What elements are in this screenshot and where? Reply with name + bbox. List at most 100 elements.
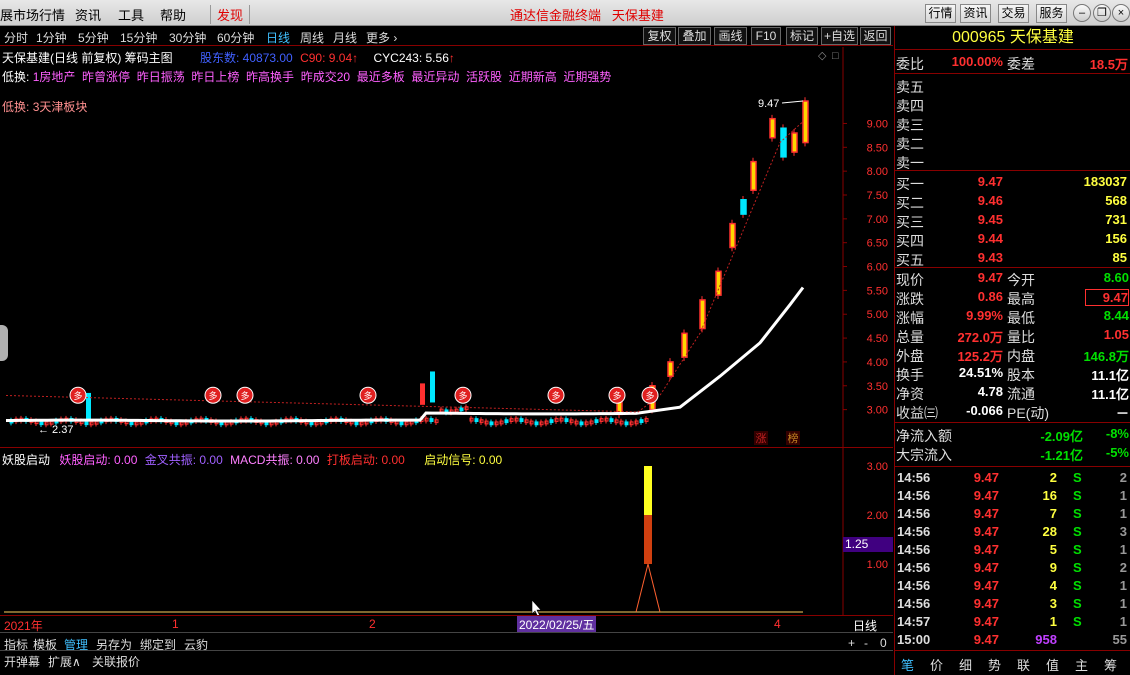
zoom-out-button[interactable]: - bbox=[864, 636, 868, 650]
related-quote-button[interactable]: 关联报价 bbox=[92, 653, 140, 670]
candle-body bbox=[715, 270, 722, 296]
period-1min[interactable]: 1分钟 bbox=[36, 29, 67, 46]
tick-time: 14:56 bbox=[897, 542, 931, 557]
right-tab[interactable]: 值 bbox=[1046, 655, 1059, 674]
quote-value: 8.44 bbox=[1103, 308, 1129, 323]
window-title: 通达信金融终端 天保基建 bbox=[510, 8, 664, 23]
close-icon[interactable]: × bbox=[1112, 4, 1130, 22]
tick-side: S bbox=[1073, 578, 1082, 593]
mark-button[interactable]: 标记 bbox=[786, 27, 818, 45]
period-weekly[interactable]: 周线 bbox=[300, 29, 324, 46]
period-5min[interactable]: 5分钟 bbox=[78, 29, 109, 46]
tick-volume: 16 bbox=[1042, 488, 1057, 503]
menu-discover[interactable]: 发现 bbox=[210, 5, 251, 24]
current-value-tag: 1.25 bbox=[843, 537, 893, 552]
bid-label: 买二 bbox=[896, 195, 924, 211]
overlay-button[interactable]: 叠加 bbox=[678, 27, 711, 45]
period-30min[interactable]: 30分钟 bbox=[169, 29, 206, 46]
bid-price: 9.47 bbox=[977, 174, 1003, 189]
ask-label: 卖四 bbox=[896, 98, 924, 114]
period-15min[interactable]: 15分钟 bbox=[120, 29, 157, 46]
close-small-icon: □ bbox=[832, 50, 839, 62]
period-daily[interactable]: 日线 bbox=[266, 29, 290, 46]
right-tab[interactable]: 主 bbox=[1075, 655, 1088, 674]
right-tab[interactable]: 细 bbox=[959, 655, 972, 674]
bid-row[interactable]: 买一 9.47 183037 bbox=[895, 173, 1130, 192]
add-favorite-button[interactable]: +自选 bbox=[821, 27, 858, 45]
price-axis-label: 7.50 bbox=[867, 190, 888, 202]
f10-button[interactable]: F10 bbox=[751, 27, 781, 45]
expand-button[interactable]: 扩展∧ bbox=[48, 653, 81, 670]
bid-row[interactable]: 买二 9.46 568 bbox=[895, 192, 1130, 211]
news-button[interactable]: 资讯 bbox=[960, 4, 991, 23]
candle-body bbox=[564, 418, 569, 423]
bid-price: 9.44 bbox=[977, 231, 1003, 246]
trade-button[interactable]: 交易 bbox=[998, 4, 1029, 23]
ask-row[interactable]: 卖四 bbox=[895, 95, 1130, 114]
right-tab[interactable]: 筹 bbox=[1104, 655, 1117, 674]
right-tab[interactable]: 价 bbox=[930, 655, 943, 674]
quote-label: 收益㈢ bbox=[896, 405, 938, 421]
period-bar: 分时 1分钟 5分钟 15分钟 30分钟 60分钟 日线 周线 月线 更多 › … bbox=[0, 26, 893, 46]
zoom-reset-button[interactable]: 0 bbox=[880, 636, 887, 650]
right-tab[interactable]: 联 bbox=[1017, 655, 1030, 674]
quote-value: -0.066 bbox=[966, 403, 1003, 418]
tick-volume: 2 bbox=[1049, 470, 1057, 485]
svg-text:多: 多 bbox=[458, 390, 467, 401]
bid-row[interactable]: 买三 9.45 731 bbox=[895, 211, 1130, 230]
tick-row: 15:00 9.47 958 55 bbox=[895, 631, 1130, 649]
service-button[interactable]: 服务 bbox=[1036, 4, 1067, 23]
ask-row[interactable]: 卖一 bbox=[895, 152, 1130, 171]
fuquan-button[interactable]: 复权 bbox=[643, 27, 676, 45]
back-button[interactable]: 返回 bbox=[860, 27, 891, 45]
right-tab[interactable]: 势 bbox=[988, 655, 1001, 674]
stock-code: 000965 bbox=[952, 29, 1006, 46]
quote-button[interactable]: 行情 bbox=[925, 4, 956, 23]
panel-collapse-handle[interactable] bbox=[0, 325, 8, 361]
menu-help[interactable]: 帮助 bbox=[160, 5, 186, 24]
period-fenshi[interactable]: 分时 bbox=[4, 29, 28, 46]
ask-row[interactable]: 卖五 bbox=[895, 76, 1130, 95]
menu-tools[interactable]: 工具 bbox=[118, 5, 144, 24]
quote-value: 146.8万 bbox=[1083, 349, 1129, 364]
main-chart[interactable]: 天保基建(日线 前复权) 筹码主图 股东数: 40873.00 C90: 9.0… bbox=[0, 47, 893, 447]
bid-row[interactable]: 买四 9.44 156 bbox=[895, 230, 1130, 249]
minimize-icon[interactable]: – bbox=[1073, 4, 1091, 22]
menu-news[interactable]: 资讯 bbox=[75, 5, 101, 24]
quote-label: 今开 bbox=[1007, 272, 1035, 288]
flow-pct: -5% bbox=[1105, 445, 1129, 460]
zoom-in-button[interactable]: + bbox=[848, 636, 855, 650]
price-axis-label: 4.50 bbox=[867, 333, 888, 345]
period-60min[interactable]: 60分钟 bbox=[217, 29, 254, 46]
period-monthly[interactable]: 月线 bbox=[333, 29, 357, 46]
menu-market[interactable]: 展市场行情 bbox=[0, 5, 65, 24]
quote-value: 125.2万 bbox=[957, 349, 1003, 364]
ask-label: 卖三 bbox=[896, 117, 924, 133]
right-tab[interactable]: 笔 bbox=[901, 655, 914, 674]
draw-button[interactable]: 画线 bbox=[714, 27, 747, 45]
quote-row: 现价 9.47 今开 8.60 bbox=[895, 269, 1130, 288]
ask-row[interactable]: 卖三 bbox=[895, 114, 1130, 133]
ask-row[interactable]: 卖二 bbox=[895, 133, 1130, 152]
tick-price: 9.47 bbox=[973, 506, 999, 521]
duo-signal-icon: 多 bbox=[69, 386, 87, 404]
candle-body bbox=[549, 419, 554, 424]
weibi-row: 委比 100.00% 委差 18.5万 bbox=[896, 54, 1128, 72]
diamond-icon: ◇ bbox=[818, 50, 827, 62]
candle-body bbox=[430, 371, 435, 403]
bid-row[interactable]: 买五 9.43 85 bbox=[895, 249, 1130, 268]
tick-price: 9.47 bbox=[973, 560, 999, 575]
period-more[interactable]: 更多 › bbox=[366, 29, 397, 46]
flow-row: 净流入额 -2.09亿 -8% bbox=[895, 425, 1130, 444]
indicator-panel[interactable]: 妖股启动 妖股启动: 0.00 金叉共振: 0.00 MACD共振: 0.00 … bbox=[0, 447, 893, 616]
title-bar: 展市场行情 资讯 工具 帮助 发现 通达信金融终端 天保基建 行情 资讯 交易 … bbox=[0, 0, 1130, 26]
bid-volume: 731 bbox=[1105, 212, 1127, 227]
flow-value: -1.21亿 bbox=[1040, 448, 1083, 463]
candle-body bbox=[681, 332, 688, 358]
tick-count: 1 bbox=[1119, 578, 1127, 593]
restore-icon[interactable]: ❐ bbox=[1093, 4, 1111, 22]
quote-label: 净资 bbox=[896, 386, 924, 402]
quote-row: 换手 24.51% 股本 11.1亿 bbox=[895, 364, 1130, 383]
price-axis-label: 7.00 bbox=[867, 214, 888, 226]
danmaku-button[interactable]: 开弹幕 bbox=[4, 653, 40, 670]
